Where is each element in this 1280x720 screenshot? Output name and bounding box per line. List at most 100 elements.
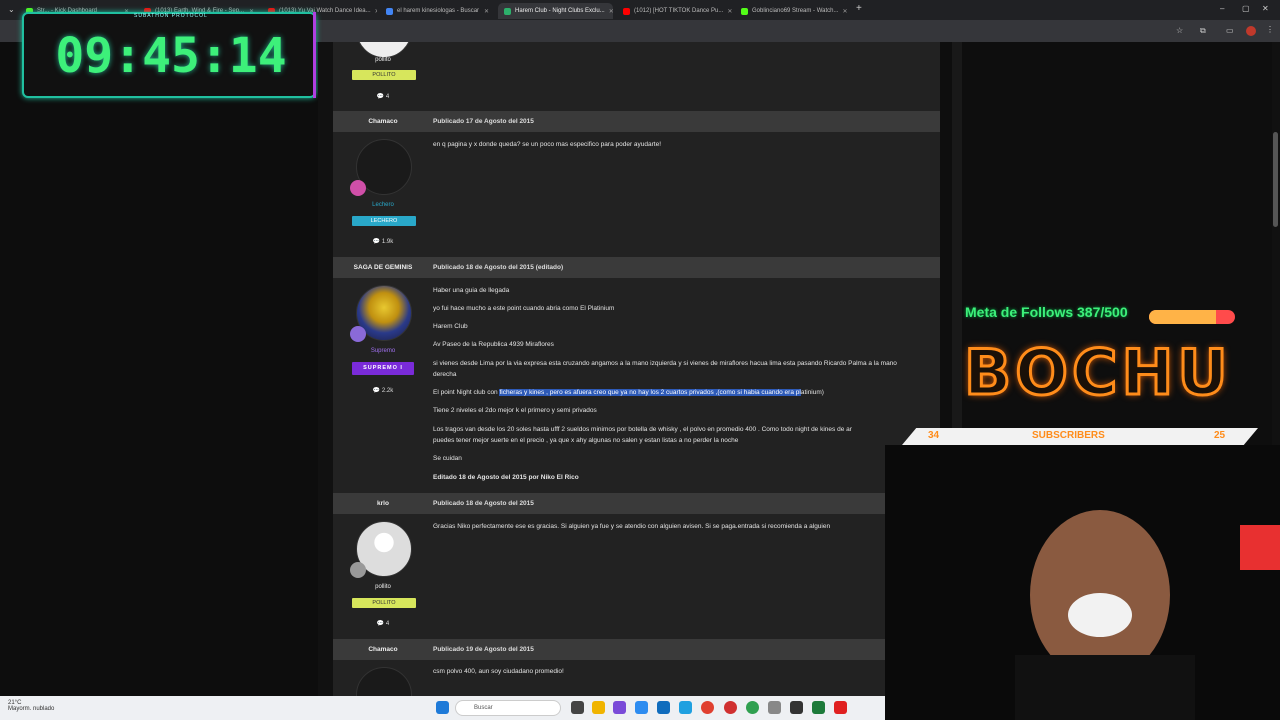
- start-icon[interactable]: [436, 701, 449, 714]
- subathon-timer: SUBATHON PROTOCOL 09:45:14: [22, 12, 316, 98]
- post-date[interactable]: Publicado 17 de Agosto del 2015: [433, 118, 534, 125]
- forum-thread: pollito POLLITO 💬 4 Chamaco Publicado 17…: [333, 42, 940, 696]
- new-tab-button[interactable]: +: [856, 3, 862, 14]
- rank-icon: [350, 562, 366, 578]
- chrome-icon[interactable]: [724, 701, 737, 714]
- role-badge: POLLITO: [352, 70, 416, 80]
- post-author[interactable]: krlo: [333, 500, 433, 507]
- app-icon[interactable]: [768, 701, 781, 714]
- minimize-icon[interactable]: –: [1220, 4, 1224, 13]
- post-text: Los tragos van desde los 20 soles hasta …: [433, 426, 852, 433]
- browser-tab[interactable]: Harem Club - Night Clubs Exclu... ✕: [498, 3, 613, 19]
- selected-text[interactable]: ficheras y kines , pero es afuera creo q…: [499, 389, 801, 396]
- menu-icon[interactable]: ⋮: [1266, 25, 1274, 34]
- scrollbar-thumb[interactable]: [1273, 132, 1278, 227]
- tab-title: (1012) [HOT TIKTOK Dance Pu...: [634, 8, 724, 14]
- cast-icon[interactable]: ▭: [1226, 26, 1234, 35]
- extensions-icon[interactable]: ⧉: [1200, 26, 1206, 36]
- post-count: 💬 2.2k: [372, 388, 394, 394]
- close-window-icon[interactable]: ✕: [1262, 4, 1269, 13]
- windows-taskbar: 21°C Mayorm. nublado Buscar: [0, 696, 885, 720]
- post-header: Chamaco Publicado 17 de Agosto del 2015: [333, 111, 940, 132]
- subathon-label: SUBATHON PROTOCOL: [134, 13, 208, 19]
- post-author[interactable]: Chamaco: [333, 646, 433, 653]
- follow-goal-label: Meta de Follows 387/500: [965, 304, 1128, 320]
- timer-frame-accent: [286, 12, 316, 98]
- chrome-icon[interactable]: [701, 701, 714, 714]
- tab-close-icon[interactable]: ✕: [484, 8, 489, 15]
- tab-title: Harem Club - Night Clubs Exclu...: [515, 8, 605, 14]
- post-count: 💬 4: [376, 94, 390, 100]
- tab-favicon-icon: [504, 7, 511, 15]
- subscribers-bar: 34 SUBSCRIBERS 25: [902, 428, 1258, 445]
- post-date[interactable]: Publicado 18 de Agosto del 2015 (editado…: [433, 264, 563, 271]
- avatar[interactable]: [356, 42, 412, 58]
- tab-favicon-icon: [741, 7, 748, 15]
- tab-title: el harem kinesiologas - Buscar: [397, 8, 480, 14]
- role-badge: SUPREMO I: [352, 362, 414, 375]
- obs-icon[interactable]: [834, 701, 847, 714]
- app-icon[interactable]: [635, 701, 648, 714]
- tab-close-icon[interactable]: ✕: [842, 8, 847, 15]
- excel-icon[interactable]: [812, 701, 825, 714]
- stream-left-area: [0, 42, 318, 696]
- task-view-icon[interactable]: [571, 701, 584, 714]
- post-header: Chamaco Publicado 19 de Agosto del 2015: [333, 639, 940, 660]
- bookmark-star-icon[interactable]: ☆: [1176, 26, 1183, 35]
- tab-favicon-icon: [386, 7, 393, 15]
- post-text: en q pagina y x donde queda? se un poco …: [433, 141, 662, 148]
- post-text: Tiene 2 niveles el 2do mejor k el primer…: [433, 407, 597, 414]
- taskbar-search[interactable]: Buscar: [455, 700, 561, 716]
- post-text: Se cuidan: [433, 455, 462, 462]
- edit-note: Editado 18 de Agosto del 2015 por Niko E…: [433, 474, 579, 481]
- profile-avatar[interactable]: [1246, 26, 1256, 36]
- follow-progress-fill: [1149, 310, 1216, 324]
- edge-icon[interactable]: [679, 701, 692, 714]
- subs-left-count: 34: [928, 430, 940, 441]
- app-icon[interactable]: [613, 701, 626, 714]
- timer-display: 09:45:14: [55, 28, 287, 84]
- post-text: si vienes desde Lima por la via expresa …: [433, 360, 897, 367]
- post-date[interactable]: Publicado 18 de Agosto del 2015: [433, 500, 534, 507]
- post-date[interactable]: Publicado 19 de Agosto del 2015: [433, 646, 534, 653]
- post-text: derecha: [433, 371, 457, 378]
- tab-close-icon[interactable]: ✕: [375, 8, 377, 15]
- tab-search-icon[interactable]: ⌄: [8, 5, 15, 14]
- tab-close-icon[interactable]: ✕: [609, 8, 613, 15]
- rank-icon: [350, 326, 366, 342]
- webcam-person: [1015, 510, 1280, 720]
- post-text: Av Paseo de la Republica 4939 Miraflores: [433, 341, 554, 348]
- post-text: El point Night club con ficheras y kines…: [433, 389, 824, 396]
- post-header: SAGA DE GEMINIS Publicado 18 de Agosto d…: [333, 257, 940, 278]
- chrome-icon[interactable]: [746, 701, 759, 714]
- post-text: Haber una guia de llegada: [433, 287, 510, 294]
- outlook-icon[interactable]: [657, 701, 670, 714]
- weather-widget[interactable]: 21°C Mayorm. nublado: [8, 700, 54, 712]
- app-icon[interactable]: [790, 701, 803, 714]
- rank-icon: [350, 180, 366, 196]
- page-gutter: [318, 42, 333, 696]
- post-header: krlo Publicado 18 de Agosto del 2015: [333, 493, 940, 514]
- browser-tab[interactable]: el harem kinesiologas - Buscar ✕: [380, 3, 495, 19]
- post-count: 💬 1.9k: [372, 239, 394, 245]
- role-badge: LECHERO: [352, 216, 416, 226]
- follow-progress-bar: [1149, 310, 1235, 324]
- username[interactable]: pollito: [333, 584, 433, 590]
- browser-tab[interactable]: (1012) [HOT TIKTOK Dance Pu... ✕: [617, 3, 732, 19]
- streamer-logo: BOCHU: [963, 335, 1232, 411]
- file-explorer-icon[interactable]: [592, 701, 605, 714]
- post-text: yo fui hace mucho a este point cuando ab…: [433, 305, 615, 312]
- follow-goal: Meta de Follows 387/500: [965, 304, 1237, 330]
- post-author[interactable]: Chamaco: [333, 118, 433, 125]
- username[interactable]: Lechero: [333, 202, 433, 208]
- avatar[interactable]: [356, 667, 412, 696]
- browser-tab[interactable]: Goblinciano69 Stream - Watch... ✕: [735, 3, 850, 19]
- role-badge: POLLITO: [352, 598, 416, 608]
- username[interactable]: Supremo: [333, 348, 433, 354]
- tab-close-icon[interactable]: ✕: [727, 8, 732, 15]
- post-author[interactable]: SAGA DE GEMINIS: [333, 264, 433, 271]
- maximize-icon[interactable]: ▢: [1242, 4, 1250, 13]
- weather-desc: Mayorm. nublado: [8, 706, 55, 712]
- subs-right-count: 25: [1214, 430, 1226, 441]
- username[interactable]: pollito: [333, 57, 433, 63]
